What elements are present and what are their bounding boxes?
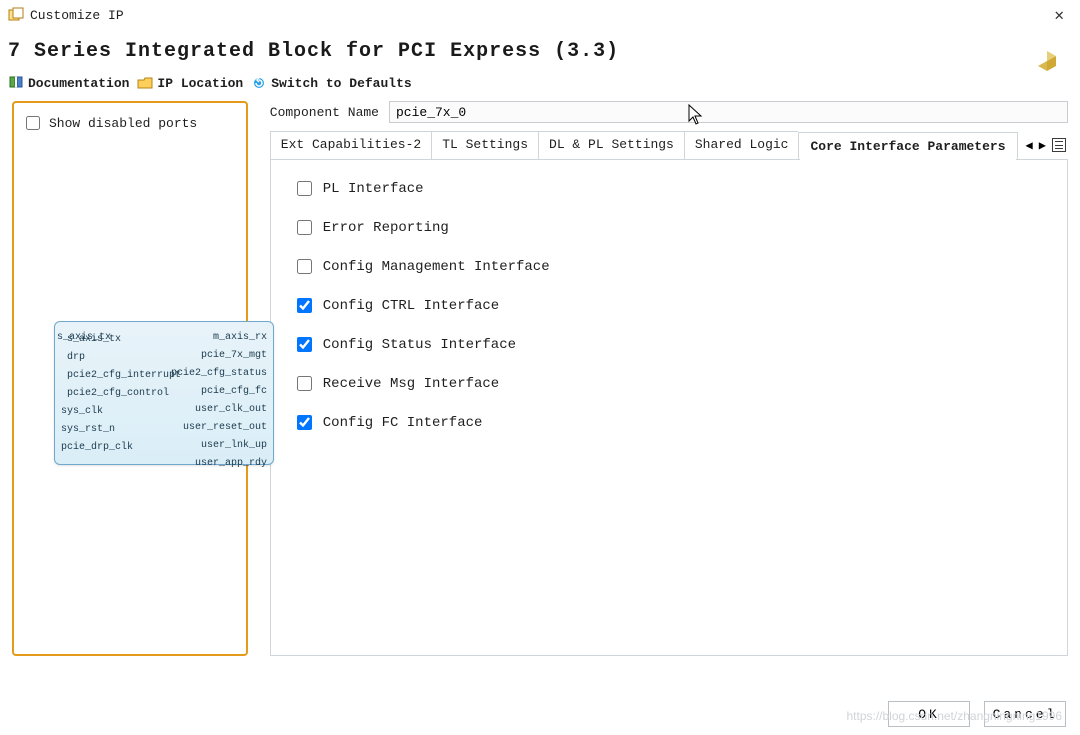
port-input: sys_rst_n — [61, 422, 181, 438]
checkbox-config-management-interface[interactable] — [297, 259, 312, 274]
port-input: pcie2_cfg_control — [61, 386, 181, 402]
show-disabled-label[interactable]: Show disabled ports — [49, 116, 197, 131]
port-output: pcie2_cfg_status — [171, 366, 267, 382]
block-outputs: m_axis_rx pcie_7x_mgt pcie2_cfg_status p… — [171, 330, 267, 472]
port-input: pcie_drp_clk — [61, 440, 181, 456]
label-config-management-interface[interactable]: Config Management Interface — [323, 259, 550, 275]
tab-core-interface-parameters[interactable]: Core Interface Parameters — [798, 132, 1017, 160]
tabs: Ext Capabilities-2 TL Settings DL & PL S… — [270, 131, 1018, 159]
label-config-fc-interface[interactable]: Config FC Interface — [323, 415, 483, 431]
block-inputs: s_axis_tx s_axis_tx drp pcie2_cfg_interr… — [61, 330, 181, 456]
tab-scroll-right-icon[interactable]: ▶ — [1039, 138, 1046, 153]
tab-nav: ◀ ▶ — [1018, 131, 1068, 159]
ip-block-diagram[interactable]: s_axis_tx s_axis_tx drp pcie2_cfg_interr… — [54, 321, 274, 465]
brand-logo — [1030, 44, 1064, 82]
preview-panel: Show disabled ports s_axis_tx s_axis_tx … — [12, 101, 248, 656]
show-disabled-checkbox[interactable] — [26, 116, 40, 130]
port-output: user_clk_out — [171, 402, 267, 418]
port-output: user_app_rdy — [171, 456, 267, 472]
label-receive-msg-interface[interactable]: Receive Msg Interface — [323, 376, 499, 392]
tab-list-icon[interactable] — [1052, 138, 1066, 152]
label-error-reporting[interactable]: Error Reporting — [323, 220, 449, 236]
toolbar: Documentation IP Location Switch to Defa… — [0, 69, 1080, 101]
port-input: s_axis_tx — [57, 330, 177, 346]
port-output: user_reset_out — [171, 420, 267, 436]
label-config-ctrl-interface[interactable]: Config CTRL Interface — [323, 298, 499, 314]
checkbox-config-ctrl-interface[interactable] — [297, 298, 312, 313]
port-output: pcie_cfg_fc — [171, 384, 267, 400]
window-title: Customize IP — [30, 8, 124, 23]
book-icon — [8, 75, 24, 91]
checkbox-error-reporting[interactable] — [297, 220, 312, 235]
main-columns: Show disabled ports s_axis_tx s_axis_tx … — [0, 101, 1080, 656]
tab-shared-logic[interactable]: Shared Logic — [684, 131, 799, 159]
config-panel: Component Name Ext Capabilities-2 TL Set… — [270, 101, 1068, 656]
component-name-label: Component Name — [270, 105, 379, 120]
footer: OK Cancel — [0, 695, 1080, 735]
window-icon — [8, 7, 24, 23]
ok-button[interactable]: OK — [888, 701, 970, 727]
port-output: user_lnk_up — [171, 438, 267, 454]
checkbox-config-fc-interface[interactable] — [297, 415, 312, 430]
tabs-strip: Ext Capabilities-2 TL Settings DL & PL S… — [270, 131, 1068, 159]
tab-scroll-left-icon[interactable]: ◀ — [1026, 138, 1033, 153]
checkbox-receive-msg-interface[interactable] — [297, 376, 312, 391]
tab-tl-settings[interactable]: TL Settings — [431, 131, 538, 159]
checkbox-pl-interface[interactable] — [297, 181, 312, 196]
port-input: pcie2_cfg_interrupt — [61, 368, 181, 384]
tab-panel-core-interface: PL Interface Error Reporting Config Mana… — [270, 159, 1068, 656]
folder-icon — [137, 75, 153, 91]
switch-defaults-button[interactable]: Switch to Defaults — [251, 75, 411, 91]
port-input: drp — [61, 350, 181, 366]
port-input: sys_clk — [61, 404, 181, 420]
label-pl-interface[interactable]: PL Interface — [323, 181, 424, 197]
ip-location-label: IP Location — [157, 76, 243, 91]
component-name-field[interactable] — [389, 101, 1068, 123]
tab-ext-capabilities-2[interactable]: Ext Capabilities-2 — [270, 131, 431, 159]
refresh-icon — [251, 75, 267, 91]
switch-defaults-label: Switch to Defaults — [271, 76, 411, 91]
tab-dl-pl-settings[interactable]: DL & PL Settings — [538, 131, 684, 159]
documentation-label: Documentation — [28, 76, 129, 91]
checkbox-config-status-interface[interactable] — [297, 337, 312, 352]
port-output: m_axis_rx — [171, 330, 267, 346]
cancel-button[interactable]: Cancel — [984, 701, 1066, 727]
titlebar: Customize IP ✕ — [0, 0, 1080, 30]
label-config-status-interface[interactable]: Config Status Interface — [323, 337, 516, 353]
documentation-button[interactable]: Documentation — [8, 75, 129, 91]
close-icon[interactable]: ✕ — [1046, 5, 1072, 25]
page-title: 7 Series Integrated Block for PCI Expres… — [0, 30, 1080, 69]
port-output: pcie_7x_mgt — [171, 348, 267, 364]
ip-location-button[interactable]: IP Location — [137, 75, 243, 91]
